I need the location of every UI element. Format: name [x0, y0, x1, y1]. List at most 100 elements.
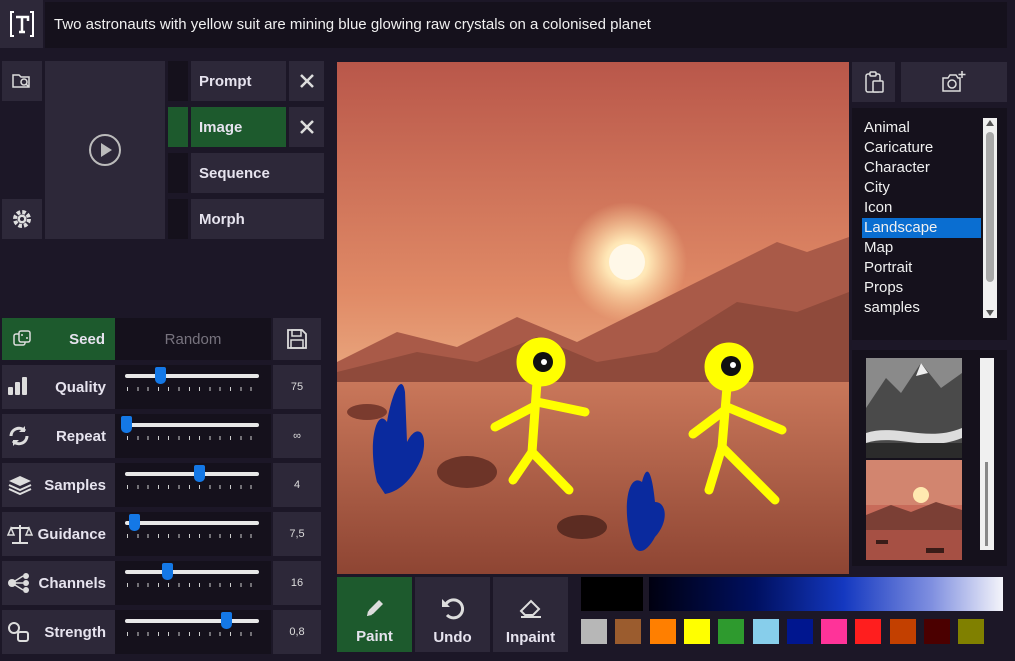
slider-thumb[interactable] [154, 367, 166, 384]
palette-swatch[interactable] [786, 619, 813, 644]
palette-swatch[interactable] [924, 619, 950, 644]
palette-swatch[interactable] [752, 619, 779, 644]
category-item[interactable]: Caricature [862, 138, 981, 158]
category-scrollbar[interactable] [983, 118, 997, 318]
parameter-sliders: Quality 75 Repeat ∞ Samples 4 Guidance 7… [0, 365, 325, 657]
slider-repeat[interactable] [115, 414, 271, 458]
tool-label: Paint [356, 627, 393, 645]
load-file-button[interactable] [2, 61, 42, 101]
slider-value: 75 [273, 365, 321, 409]
category-item[interactable]: Icon [862, 198, 981, 218]
prompt-text: Two astronauts with yellow suit are mini… [54, 16, 651, 33]
slider-label-box: Guidance [2, 512, 115, 556]
category-item[interactable]: City [862, 178, 981, 198]
undo-icon [440, 596, 466, 625]
strength-icon [7, 621, 31, 648]
brightness-gradient[interactable] [649, 577, 1003, 611]
slider-strength[interactable] [115, 610, 271, 654]
category-list[interactable]: Animal Caricature Character City Icon Landsca… [852, 108, 1007, 340]
slider-value: 16 [273, 561, 321, 605]
mode-image-button[interactable]: Image [191, 107, 286, 147]
slider-row-channels: Channels 16 [0, 561, 325, 605]
seed-input[interactable]: Random [115, 318, 271, 360]
mode-indicator [168, 61, 188, 101]
palette-swatch[interactable] [718, 619, 745, 644]
layers-icon [7, 474, 33, 501]
channels-icon [7, 572, 31, 599]
slider-thumb[interactable] [193, 465, 205, 482]
slider-channels[interactable] [115, 561, 271, 605]
bars-icon [7, 376, 29, 401]
slider-value: 4 [273, 463, 321, 507]
palette-swatch[interactable] [855, 619, 882, 644]
save-seed-button[interactable] [273, 318, 321, 360]
slider-label-box: Samples [2, 463, 115, 507]
palette-swatch[interactable] [889, 619, 916, 644]
slider-label-box: Strength [2, 610, 115, 654]
current-color[interactable] [581, 577, 643, 611]
category-item[interactable]: Animal [862, 118, 981, 138]
slider-label-box: Channels [2, 561, 115, 605]
slider-thumb[interactable] [221, 612, 232, 629]
thumbnail-mountains[interactable] [866, 358, 962, 458]
remove-prompt-button[interactable] [289, 61, 324, 101]
palette-swatch[interactable] [958, 619, 985, 644]
slider-samples[interactable] [115, 463, 271, 507]
mode-indicator [168, 153, 188, 193]
play-icon [89, 134, 121, 166]
seed-label: Seed [69, 330, 105, 348]
tool-label: Inpaint [505, 628, 556, 646]
run-button[interactable] [45, 61, 165, 239]
slider-guidance[interactable] [115, 512, 271, 556]
capture-button[interactable] [901, 62, 1007, 102]
category-item[interactable]: Props [862, 278, 981, 298]
repeat-icon [7, 425, 31, 452]
eraser-icon [518, 596, 544, 625]
slider-quality[interactable] [115, 365, 271, 409]
palette-swatch[interactable] [649, 619, 676, 644]
slider-label: Repeat [55, 428, 106, 445]
mode-morph-button[interactable]: Morph [191, 199, 324, 239]
slider-label: Channels [38, 575, 106, 592]
slider-label: Guidance [37, 526, 106, 543]
tool-undo-button[interactable]: Undo [415, 577, 490, 652]
text-mode-button[interactable] [0, 0, 43, 48]
slider-value: 0,8 [273, 610, 321, 654]
category-item[interactable]: samples [862, 298, 981, 318]
category-item[interactable]: Landscape [862, 218, 981, 238]
dice-icon [13, 330, 31, 346]
gallery-scrollbar[interactable] [980, 358, 994, 550]
category-item[interactable]: Portrait [862, 258, 981, 278]
clipboard-icon [864, 71, 884, 93]
thumbnail-gallery[interactable] [852, 350, 1007, 566]
tool-inpaint-button[interactable]: Inpaint [493, 577, 568, 652]
slider-value: ∞ [273, 414, 321, 458]
mode-sequence-button[interactable]: Sequence [191, 153, 324, 193]
thumbnail-sunset[interactable] [866, 460, 962, 560]
seed-toggle[interactable]: Seed [2, 318, 115, 360]
scroll-thumb[interactable] [986, 132, 994, 282]
palette-swatch[interactable] [683, 619, 710, 644]
palette-swatch[interactable] [615, 619, 642, 644]
slider-row-quality: Quality 75 [0, 365, 325, 409]
palette-swatch[interactable] [821, 619, 848, 644]
slider-row-samples: Samples 4 [0, 463, 325, 507]
save-icon [287, 329, 307, 349]
palette-swatch[interactable] [581, 619, 607, 644]
drawing-canvas[interactable] [337, 62, 849, 574]
slider-label: Quality [55, 379, 106, 396]
category-item[interactable]: Character [862, 158, 981, 178]
tool-paint-button[interactable]: Paint [337, 577, 412, 652]
slider-thumb[interactable] [128, 514, 140, 531]
slider-label: Strength [44, 624, 106, 641]
settings-button[interactable] [2, 199, 42, 239]
slider-row-strength: Strength 0,8 [0, 610, 325, 654]
remove-image-button[interactable] [289, 107, 324, 147]
category-item[interactable]: Map [862, 238, 981, 258]
mode-prompt-button[interactable]: Prompt [191, 61, 286, 101]
slider-thumb[interactable] [121, 416, 132, 433]
slider-thumb[interactable] [162, 563, 174, 580]
slider-row-guidance: Guidance 7,5 [0, 512, 325, 556]
paste-button[interactable] [852, 62, 895, 102]
prompt-input[interactable]: Two astronauts with yellow suit are mini… [45, 2, 1007, 48]
